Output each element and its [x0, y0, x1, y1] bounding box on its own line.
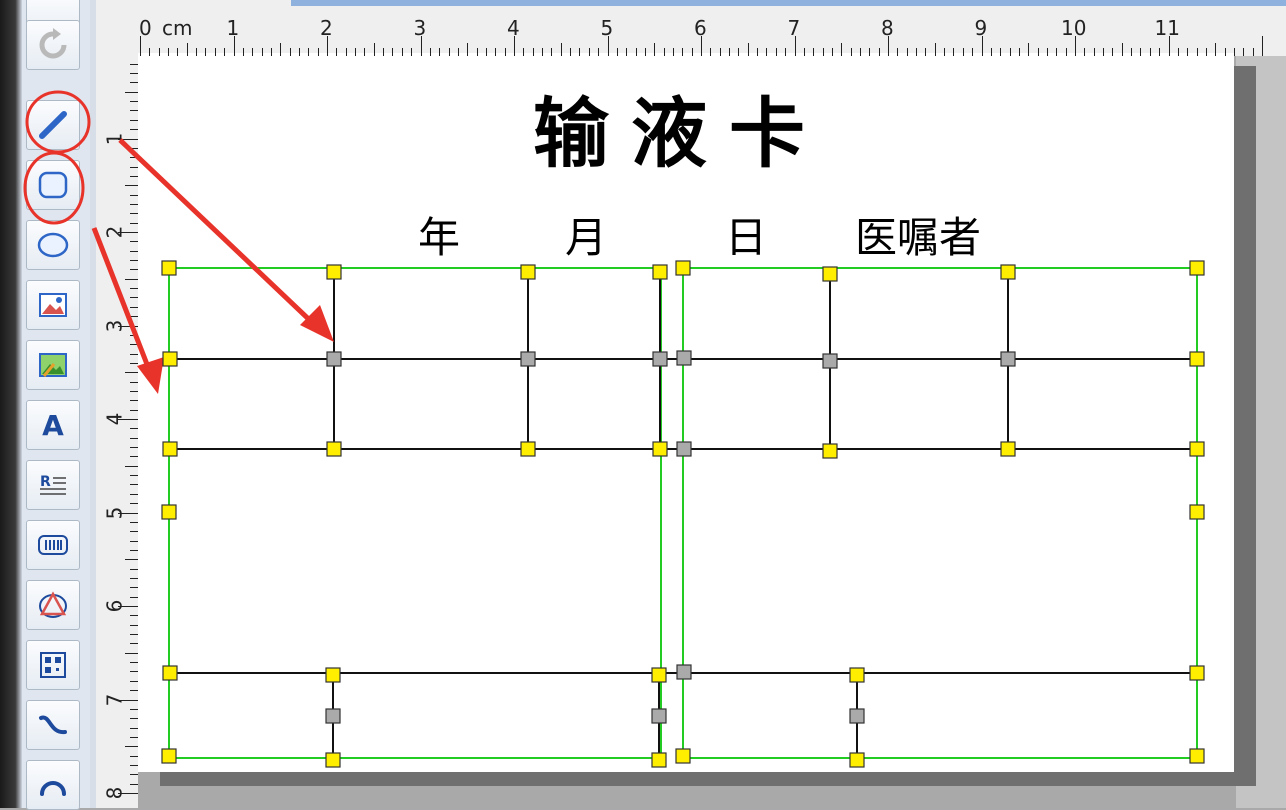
- resize-handle[interactable]: [162, 441, 178, 457]
- resize-handle[interactable]: [651, 667, 667, 683]
- annotation-arrow-rectangle: [91, 227, 164, 394]
- resize-handle[interactable]: [326, 351, 342, 367]
- resize-handle[interactable]: [326, 264, 342, 280]
- resize-handle[interactable]: [1189, 665, 1205, 681]
- resize-handle[interactable]: [849, 752, 865, 768]
- resize-handle[interactable]: [676, 350, 692, 366]
- resize-handle[interactable]: [162, 351, 178, 367]
- resize-handle[interactable]: [161, 260, 177, 276]
- resize-handle[interactable]: [1000, 264, 1016, 280]
- resize-handle[interactable]: [651, 752, 667, 768]
- resize-handle[interactable]: [675, 748, 691, 764]
- resize-handle[interactable]: [1189, 504, 1205, 520]
- resize-handle[interactable]: [1189, 260, 1205, 276]
- selection-frame-left[interactable]: [168, 267, 662, 759]
- resize-handle[interactable]: [325, 667, 341, 683]
- resize-handle[interactable]: [1000, 441, 1016, 457]
- resize-handle[interactable]: [676, 441, 692, 457]
- resize-handle[interactable]: [1189, 441, 1205, 457]
- selection-frame-right[interactable]: [682, 267, 1198, 759]
- resize-handle[interactable]: [676, 664, 692, 680]
- rectangle-tool-highlight: [23, 151, 85, 225]
- resize-handle[interactable]: [1189, 351, 1205, 367]
- resize-handle[interactable]: [675, 260, 691, 276]
- resize-handle[interactable]: [520, 351, 536, 367]
- resize-handle[interactable]: [822, 353, 838, 369]
- resize-handle[interactable]: [652, 441, 668, 457]
- resize-handle[interactable]: [325, 708, 341, 724]
- annotation-arrow-line: [118, 138, 334, 342]
- resize-handle[interactable]: [161, 748, 177, 764]
- resize-handle[interactable]: [520, 441, 536, 457]
- resize-handle[interactable]: [1189, 748, 1205, 764]
- resize-handle[interactable]: [849, 667, 865, 683]
- resize-handle[interactable]: [162, 665, 178, 681]
- resize-handle[interactable]: [822, 443, 838, 459]
- resize-handle[interactable]: [520, 264, 536, 280]
- drawing-overlay: [23, 90, 1205, 768]
- resize-handle[interactable]: [161, 504, 177, 520]
- resize-handle[interactable]: [652, 264, 668, 280]
- resize-handle[interactable]: [849, 708, 865, 724]
- resize-handle[interactable]: [1000, 351, 1016, 367]
- line-tool-highlight: [25, 90, 91, 154]
- resize-handle[interactable]: [822, 266, 838, 282]
- resize-handle[interactable]: [325, 752, 341, 768]
- resize-handle[interactable]: [326, 441, 342, 457]
- resize-handle[interactable]: [651, 708, 667, 724]
- resize-handle[interactable]: [652, 351, 668, 367]
